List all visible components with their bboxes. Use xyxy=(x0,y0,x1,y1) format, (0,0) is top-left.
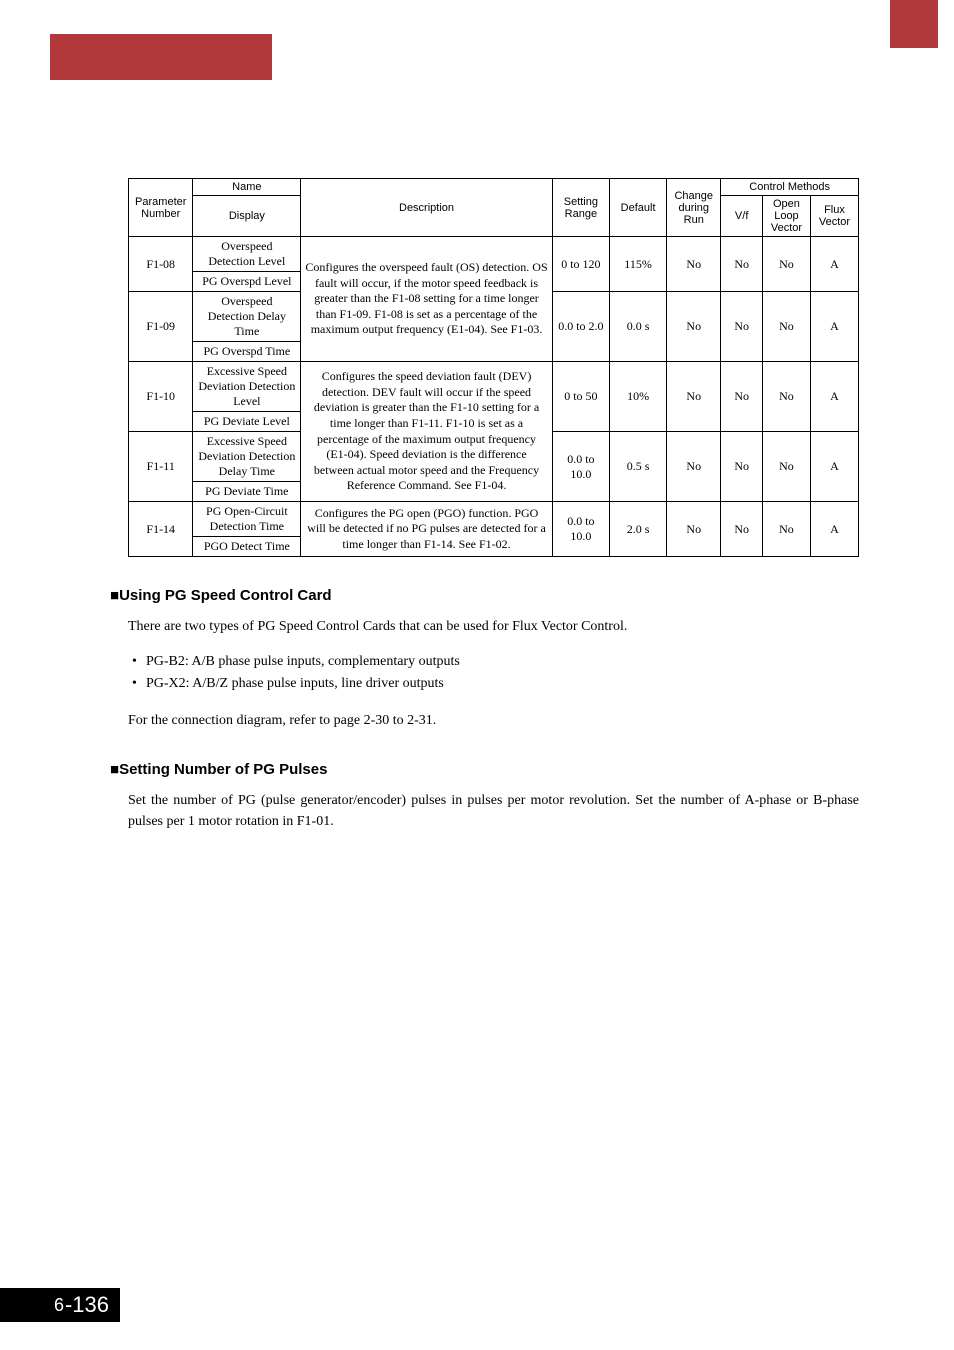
th-change: Change during Run xyxy=(667,179,721,237)
bullet-list: PG-B2: A/B phase pulse inputs, complemen… xyxy=(128,651,859,696)
th-vf: V/f xyxy=(721,196,763,237)
th-methods: Control Methods xyxy=(721,179,859,196)
list-item: PG-X2: A/B/Z phase pulse inputs, line dr… xyxy=(128,673,859,695)
body-text: Set the number of PG (pulse generator/en… xyxy=(128,790,859,832)
cell-param: F1-09 xyxy=(129,292,193,362)
cell-default: 10% xyxy=(609,362,666,432)
table-row: F1-08 Overspeed Detection Level Configur… xyxy=(129,237,859,272)
cell-change: No xyxy=(667,292,721,362)
section-heading-pg-pulses: ■Setting Number of PG Pulses xyxy=(110,761,859,778)
cell-param: F1-08 xyxy=(129,237,193,292)
cell-olv: No xyxy=(762,362,810,432)
th-description: Description xyxy=(301,179,553,237)
body-text: There are two types of PG Speed Control … xyxy=(128,616,859,637)
cell-olv: No xyxy=(762,432,810,502)
cell-param: F1-14 xyxy=(129,502,193,557)
cell-vf: No xyxy=(721,432,763,502)
cell-flux: A xyxy=(810,432,858,502)
th-flux: Flux Vector xyxy=(810,196,858,237)
cell-setting: 0 to 50 xyxy=(552,362,609,432)
cell-display: PG Overspd Level xyxy=(193,272,301,292)
th-param: Parameter Number xyxy=(129,179,193,237)
table-row: F1-14 PG Open-Circuit Detection Time Con… xyxy=(129,502,859,537)
cell-change: No xyxy=(667,502,721,557)
header-red-bar xyxy=(50,34,272,80)
cell-vf: No xyxy=(721,292,763,362)
cell-olv: No xyxy=(762,292,810,362)
list-item: PG-B2: A/B phase pulse inputs, complemen… xyxy=(128,651,859,673)
cell-setting: 0.0 to 10.0 xyxy=(552,432,609,502)
th-default: Default xyxy=(609,179,666,237)
th-display: Display xyxy=(193,196,301,237)
cell-name: Overspeed Detection Delay Time xyxy=(193,292,301,342)
body-text: For the connection diagram, refer to pag… xyxy=(128,710,859,731)
cell-setting: 0.0 to 10.0 xyxy=(552,502,609,557)
cell-default: 0.0 s xyxy=(609,292,666,362)
th-setting: Setting Range xyxy=(552,179,609,237)
cell-vf: No xyxy=(721,362,763,432)
cell-name: PG Open-Circuit Detection Time xyxy=(193,502,301,537)
cell-display: PG Overspd Time xyxy=(193,342,301,362)
cell-param: F1-10 xyxy=(129,362,193,432)
cell-setting: 0.0 to 2.0 xyxy=(552,292,609,362)
cell-olv: No xyxy=(762,237,810,292)
table-row: F1-10 Excessive Speed Deviation Detectio… xyxy=(129,362,859,412)
th-name: Name xyxy=(193,179,301,196)
cell-flux: A xyxy=(810,362,858,432)
cell-flux: A xyxy=(810,502,858,557)
cell-name: Overspeed Detection Level xyxy=(193,237,301,272)
cell-change: No xyxy=(667,432,721,502)
cell-default: 0.5 s xyxy=(609,432,666,502)
cell-olv: No xyxy=(762,502,810,557)
cell-display: PG Deviate Time xyxy=(193,482,301,502)
cell-name: Excessive Speed Deviation Detection Dela… xyxy=(193,432,301,482)
cell-setting: 0 to 120 xyxy=(552,237,609,292)
th-olv: Open Loop Vector xyxy=(762,196,810,237)
cell-desc: Configures the speed deviation fault (DE… xyxy=(301,362,553,502)
cell-change: No xyxy=(667,237,721,292)
cell-param: F1-11 xyxy=(129,432,193,502)
cell-flux: A xyxy=(810,292,858,362)
header-red-tab xyxy=(890,0,938,48)
section-heading-pg-card: ■Using PG Speed Control Card xyxy=(110,587,859,604)
cell-desc: Configures the PG open (PGO) function. P… xyxy=(301,502,553,557)
cell-display: PG Deviate Level xyxy=(193,412,301,432)
cell-change: No xyxy=(667,362,721,432)
cell-default: 115% xyxy=(609,237,666,292)
cell-vf: No xyxy=(721,502,763,557)
page-number: 6-136 xyxy=(0,1288,120,1322)
parameters-table: Parameter Number Name Description Settin… xyxy=(128,178,859,557)
cell-default: 2.0 s xyxy=(609,502,666,557)
cell-flux: A xyxy=(810,237,858,292)
cell-desc: Configures the overspeed fault (OS) dete… xyxy=(301,237,553,362)
cell-name: Excessive Speed Deviation Detection Leve… xyxy=(193,362,301,412)
cell-vf: No xyxy=(721,237,763,292)
cell-display: PGO Detect Time xyxy=(193,537,301,557)
